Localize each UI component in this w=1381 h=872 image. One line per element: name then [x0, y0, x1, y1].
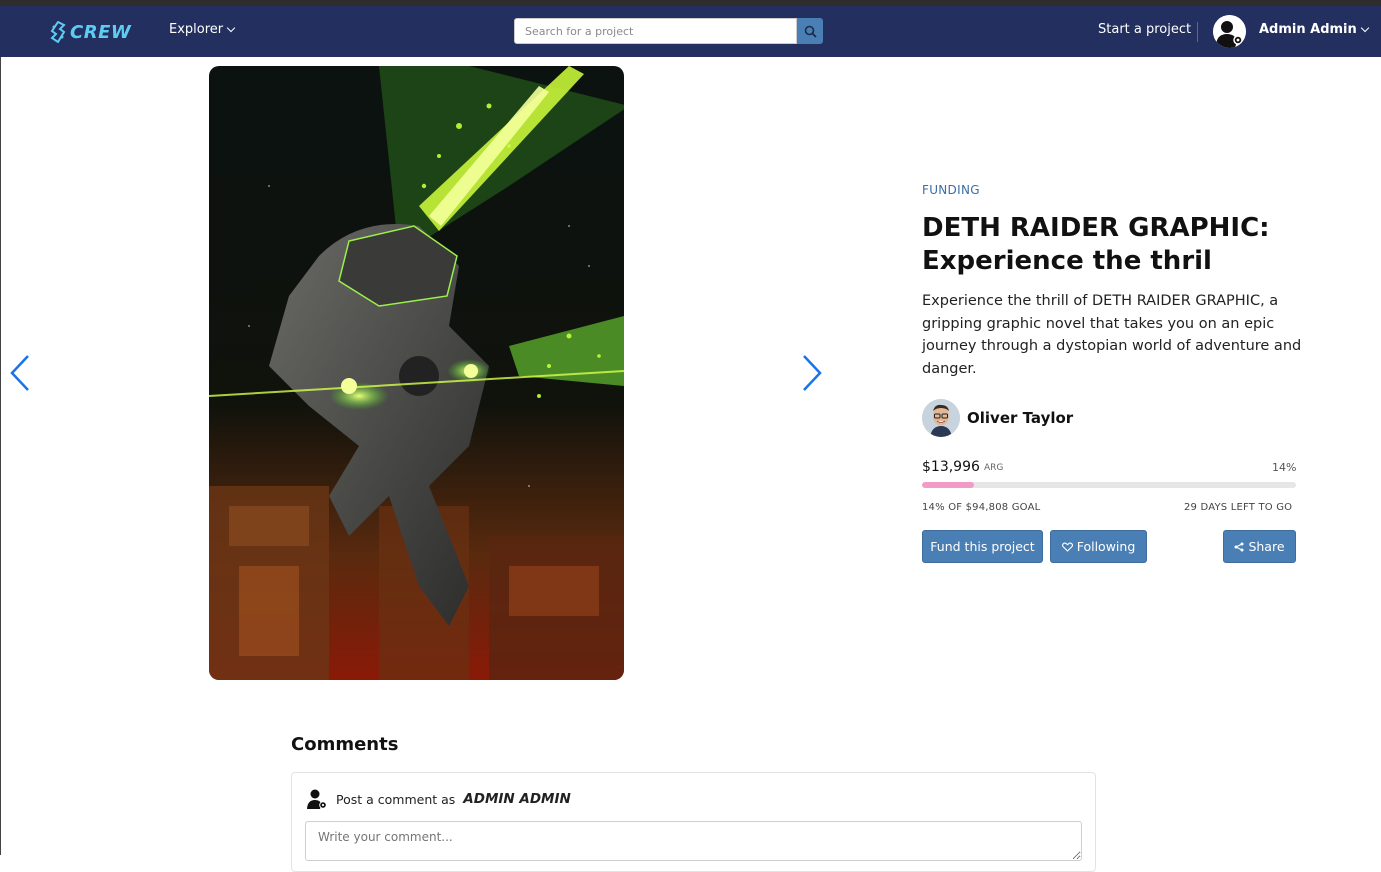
top-navbar: CREW Explorer Start a project Admin Admi…: [0, 6, 1381, 57]
following-button-label: Following: [1076, 539, 1136, 554]
following-button[interactable]: Following: [1050, 530, 1147, 563]
chevron-down-icon: [1360, 23, 1370, 33]
person-photo-icon: [922, 399, 960, 437]
funding-progress-fill: [922, 482, 975, 488]
days-left-text: 29 DAYS LEFT TO GO: [1184, 502, 1293, 513]
explorer-label: Explorer: [169, 22, 224, 37]
creator-name: Oliver Taylor: [967, 409, 1074, 427]
explorer-menu[interactable]: Explorer: [169, 22, 236, 37]
fund-button-label: Fund this project: [930, 539, 1035, 554]
post-as-user: ADMIN ADMIN: [463, 791, 571, 807]
post-as-line: Post a comment as ADMIN ADMIN: [306, 788, 571, 810]
chevron-right-icon: [803, 355, 822, 391]
creator-avatar: [922, 399, 960, 437]
project-status: FUNDING: [922, 183, 980, 197]
user-avatar[interactable]: [1213, 15, 1246, 48]
funding-progress-bar: [922, 482, 1296, 488]
comments-heading: Comments: [291, 734, 399, 755]
project-title: DETH RAIDER GRAPHIC: Experience the thri…: [922, 213, 1270, 276]
share-button[interactable]: Share: [1223, 530, 1296, 563]
carousel-prev-button[interactable]: [8, 354, 32, 392]
heart-icon: [1061, 541, 1073, 552]
left-edge-border: [0, 57, 1, 855]
search-icon: [804, 25, 817, 38]
comment-input[interactable]: [305, 821, 1082, 861]
chevron-left-icon: [10, 355, 29, 391]
creator-link[interactable]: Oliver Taylor: [922, 399, 1073, 437]
share-button-label: Share: [1248, 539, 1285, 554]
project-description: Experience the thrill of DETH RAIDER GRA…: [922, 293, 1302, 377]
currency-code: ARG: [984, 463, 1004, 473]
user-menu[interactable]: Admin Admin: [1259, 22, 1370, 37]
crew-logo[interactable]: CREW: [49, 20, 131, 44]
fund-project-button[interactable]: Fund this project: [922, 530, 1043, 563]
percent-funded: 14%: [1272, 461, 1297, 474]
search-bar: [514, 18, 823, 44]
nav-divider: [1197, 22, 1198, 42]
crew-logo-icon: [50, 21, 66, 43]
cover-artwork: [209, 66, 624, 680]
goal-text: 14% OF $94,808 GOAL: [922, 502, 1041, 513]
search-button[interactable]: [797, 18, 823, 44]
amount-raised: $13,996: [922, 459, 980, 475]
logo-text: CREW: [70, 21, 132, 43]
user-gear-icon: [307, 789, 327, 809]
user-name: Admin Admin: [1259, 22, 1357, 37]
user-avatar-icon: [1213, 15, 1246, 48]
project-cover-image: [209, 66, 624, 680]
chevron-down-icon: [226, 23, 236, 33]
start-project-link[interactable]: Start a project: [1098, 22, 1191, 37]
search-input[interactable]: [514, 18, 797, 44]
post-as-prefix: Post a comment as: [336, 791, 456, 807]
share-icon: [1234, 542, 1244, 551]
carousel-next-button[interactable]: [800, 354, 824, 392]
